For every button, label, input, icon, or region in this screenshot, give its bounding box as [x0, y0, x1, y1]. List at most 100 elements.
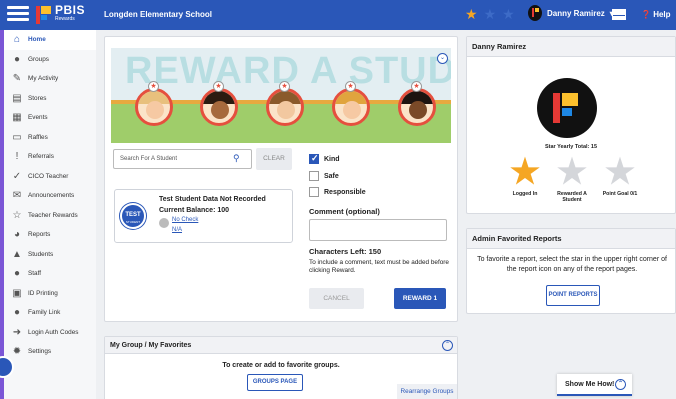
- show-me-how-widget[interactable]: Show Me How! ⌃: [557, 374, 632, 396]
- star-icon: ★: [509, 153, 541, 191]
- chevron-up-icon[interactable]: ⌃: [442, 340, 453, 351]
- clear-button[interactable]: CLEAR: [256, 148, 292, 170]
- rearrange-groups-button[interactable]: Rearrange Groups: [397, 384, 457, 399]
- behavior-responsible[interactable]: Responsible: [309, 187, 366, 197]
- sidebar: ⌂ Home ● Groups ✎ My Activity ▤ Stores ▦ Events ▭ R…: [4, 30, 96, 399]
- sidebar-item-label: Teacher Rewards: [28, 211, 78, 219]
- logo-text: PBIS: [55, 3, 86, 17]
- comment-field[interactable]: [309, 219, 447, 241]
- mail-icon: ✉: [12, 190, 22, 202]
- star-rating: ★ ★ ★: [465, 7, 515, 21]
- sidebar-item-label: Students: [28, 250, 54, 258]
- sidebar-item-referrals[interactable]: ! Referrals: [4, 147, 96, 167]
- student-balance: Current Balance: 100: [159, 207, 230, 214]
- achievement-point-goal: ★ Point Goal 0/1: [595, 155, 645, 197]
- na-link[interactable]: N/A: [172, 227, 182, 233]
- student-badge: TEST STUDENT: [120, 203, 146, 229]
- star-icon: ★: [556, 153, 588, 191]
- mail-icon[interactable]: [612, 9, 626, 20]
- sidebar-item-teacher-rewards[interactable]: ☆ Teacher Rewards: [4, 206, 96, 226]
- family-icon: ●: [13, 307, 21, 319]
- groups-message: To create or add to favorite groups.: [222, 362, 340, 369]
- hamburger-menu-icon[interactable]: [7, 3, 29, 25]
- star-icon: ★: [483, 6, 497, 22]
- sidebar-item-label: Settings: [28, 348, 52, 356]
- student-illustration: [135, 88, 173, 126]
- sidebar-item-family-link[interactable]: ● Family Link: [4, 303, 96, 323]
- chevron-down-icon[interactable]: ⌄: [437, 53, 448, 64]
- sidebar-item-label: Announcements: [28, 192, 75, 200]
- sidebar-item-groups[interactable]: ● Groups: [4, 50, 96, 70]
- checkbox[interactable]: [309, 187, 319, 197]
- profile-panel: Danny Ramirez Star Yearly Total: 15 ★ Lo…: [466, 36, 676, 214]
- sidebar-item-announcements[interactable]: ✉ Announcements: [4, 186, 96, 206]
- sidebar-item-label: Raffles: [28, 133, 48, 141]
- profile-name: Danny Ramirez: [467, 37, 675, 57]
- sidebar-item-my-activity[interactable]: ✎ My Activity: [4, 69, 96, 89]
- activity-icon: ✎: [12, 73, 22, 85]
- sidebar-item-label: Family Link: [28, 309, 61, 317]
- sidebar-item-home[interactable]: ⌂ Home: [4, 30, 96, 50]
- no-check-link[interactable]: No Check: [172, 217, 198, 223]
- cancel-button[interactable]: CANCEL: [309, 288, 364, 309]
- behavior-label: Safe: [324, 172, 339, 180]
- achievement-rewarded-student: ★ Rewarded A Student: [547, 155, 597, 203]
- sidebar-item-login-auth-codes[interactable]: ➜ Login Auth Codes: [4, 323, 96, 343]
- reward-student-panel: REWARD A STUDENT ★ ★ ★ ★ ★ ⌄ Search For …: [104, 36, 458, 322]
- badge-subtext: STUDENT: [125, 220, 141, 224]
- user-menu[interactable]: Danny Ramirez ▾: [528, 5, 614, 21]
- star-yearly-total: Star Yearly Total: 15: [544, 144, 598, 150]
- star-icon: ★: [465, 6, 478, 22]
- sidebar-item-label: Reports: [28, 231, 51, 239]
- printer-icon: ▣: [12, 287, 22, 299]
- star-icon: ☆: [12, 209, 22, 221]
- sidebar-item-label: Events: [28, 114, 48, 122]
- pbis-logo[interactable]: PBIS Rewards: [36, 4, 85, 26]
- sidebar-item-events[interactable]: ▦ Events: [4, 108, 96, 128]
- star-icon: ★: [604, 153, 636, 191]
- student-illustration: [200, 88, 238, 126]
- sidebar-item-cico-teacher[interactable]: ✓ CICO Teacher: [4, 167, 96, 187]
- sidebar-item-raffles[interactable]: ▭ Raffles: [4, 128, 96, 148]
- star-icon: ★: [345, 81, 356, 92]
- sidebar-item-settings[interactable]: ✹ Settings: [4, 342, 96, 362]
- help-link[interactable]: ❓ Help: [641, 10, 671, 19]
- reward-button[interactable]: REWARD 1: [394, 288, 446, 309]
- search-icon[interactable]: ⚲: [233, 153, 240, 164]
- behavior-kind[interactable]: Kind: [309, 153, 340, 164]
- student-search-input[interactable]: Search For A Student: [113, 149, 252, 169]
- behavior-label: Responsible: [324, 188, 366, 196]
- sidebar-item-label: Staff: [28, 270, 42, 278]
- groups-page-button[interactable]: GROUPS PAGE: [247, 374, 303, 391]
- sidebar-item-students[interactable]: ▲ Students: [4, 245, 96, 265]
- badge-text: TEST: [125, 212, 141, 218]
- student-illustration: [398, 88, 436, 126]
- achievement-label: Rewarded A Student: [557, 191, 587, 203]
- sidebar-item-staff[interactable]: ● Staff: [4, 264, 96, 284]
- sidebar-item-label: CICO Teacher: [28, 172, 69, 180]
- pie-chart-icon: ◕: [13, 229, 21, 241]
- sidebar-item-label: ID Printing: [28, 289, 58, 297]
- characters-left: Characters Left: 150: [309, 247, 382, 256]
- admin-message: To favorite a report, select the star in…: [477, 256, 667, 273]
- chevron-up-icon[interactable]: ⌃: [615, 379, 626, 390]
- selected-student-card[interactable]: TEST STUDENT Test Student Data Not Recor…: [114, 189, 293, 243]
- calendar-icon: ▦: [12, 112, 22, 124]
- point-reports-button[interactable]: POINT REPORTS: [546, 285, 600, 306]
- sidebar-item-stores[interactable]: ▤ Stores: [4, 89, 96, 109]
- behavior-safe[interactable]: Safe: [309, 171, 339, 181]
- behavior-label: Kind: [324, 155, 340, 163]
- achievement-label: Logged In: [512, 191, 538, 197]
- checkbox[interactable]: [309, 153, 319, 164]
- comment-hint: To include a comment, text must be added…: [309, 259, 449, 274]
- checkbox[interactable]: [309, 171, 319, 181]
- sidebar-item-reports[interactable]: ◕ Reports: [4, 225, 96, 245]
- student-name: Test Student Data Not Recorded: [159, 196, 266, 203]
- sidebar-item-label: Groups: [28, 55, 49, 63]
- reward-banner: REWARD A STUDENT ★ ★ ★ ★ ★ ⌄: [111, 48, 451, 143]
- student-illustration: [332, 88, 370, 126]
- star-icon: ★: [411, 81, 422, 92]
- sidebar-item-id-printing[interactable]: ▣ ID Printing: [4, 284, 96, 304]
- show-me-how-label: Show Me How!: [565, 381, 615, 388]
- user-icon: ●: [13, 268, 21, 280]
